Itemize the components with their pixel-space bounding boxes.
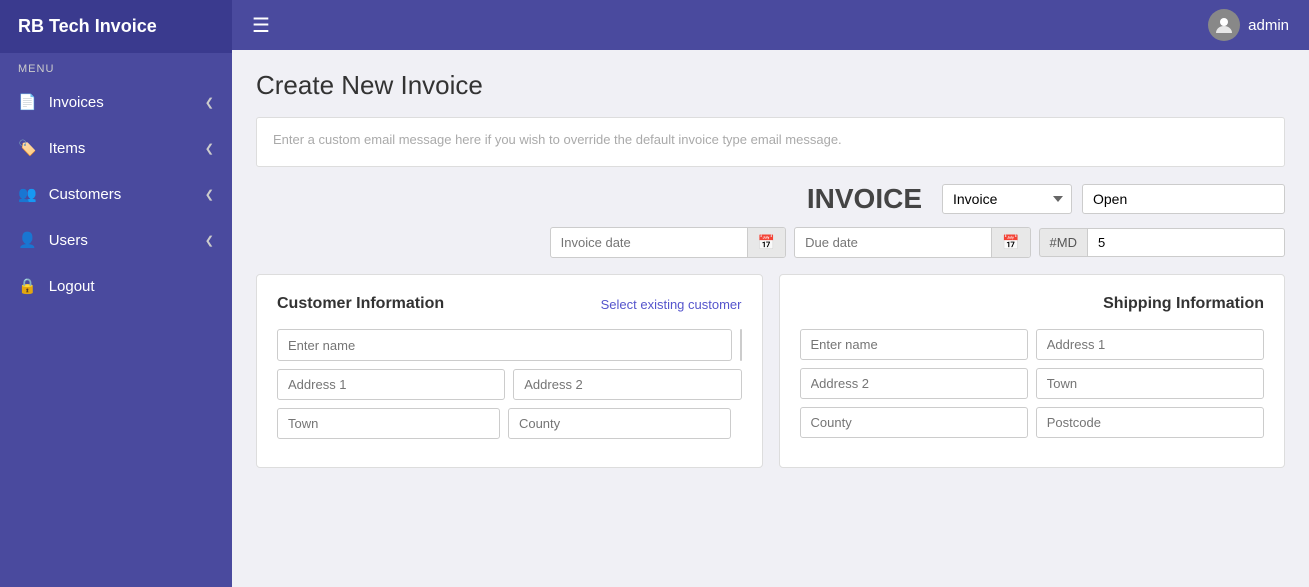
invoice-date-calendar-icon[interactable]: 📅 [747,228,785,257]
admin-label: admin [1248,17,1289,34]
sidebar-item-customers[interactable]: 👥 Customers ❮ [0,171,232,217]
customer-town-input[interactable] [277,408,500,439]
invoice-number-prefix: #MD [1039,228,1087,257]
invoice-type-select[interactable]: Invoice Quote Credit Note [942,184,1072,214]
shipping-county-input[interactable] [800,407,1028,438]
customer-email-group: @ [740,329,742,361]
sidebar: RB Tech Invoice MENU 📄 Invoices ❮ 🏷️ Ite… [0,0,232,587]
sidebar-item-users[interactable]: 👤 Users ❮ [0,217,232,263]
shipping-address2-town-row [800,368,1265,399]
shipping-town-input[interactable] [1036,368,1264,399]
chevron-right-icon-items: ❮ [205,142,214,155]
shipping-address1-input[interactable] [1036,329,1264,360]
chevron-right-icon-customers: ❮ [205,188,214,201]
sidebar-item-invoices[interactable]: 📄 Invoices ❮ [0,79,232,125]
shipping-card-title: Shipping Information [1103,295,1264,313]
customer-info-card: Customer Information Select existing cus… [256,274,763,468]
sidebar-item-label-logout: Logout [49,278,95,295]
customer-address1-row [277,369,742,400]
invoices-icon: 📄 [18,93,37,111]
shipping-info-card: Shipping Information [779,274,1286,468]
user-avatar-icon [1214,15,1234,35]
customer-name-input[interactable] [277,329,732,361]
customer-address2-input[interactable] [513,369,741,400]
due-date-calendar-icon[interactable]: 📅 [991,228,1029,257]
topbar: ☰ admin [232,0,1309,50]
sidebar-item-logout[interactable]: 🔒 Logout [0,263,232,309]
topbar-right: admin [1208,9,1289,41]
invoice-number-group: #MD [1039,228,1285,257]
items-icon: 🏷️ [18,139,37,157]
customer-town-county-row [277,408,742,439]
customers-icon: 👥 [18,185,37,203]
chevron-right-icon: ❮ [205,96,214,109]
app-brand: RB Tech Invoice [0,0,232,53]
hamburger-button[interactable]: ☰ [252,13,270,38]
customer-name-row: @ [277,329,742,361]
date-row: 📅 📅 #MD [256,227,1285,258]
shipping-card-header: Shipping Information [800,295,1265,313]
hamburger-icon: ☰ [252,15,270,37]
customer-address1-input[interactable] [277,369,505,400]
invoice-title: INVOICE [807,183,922,215]
shipping-address2-input[interactable] [800,368,1028,399]
brand-invoice: Invoice [90,16,157,36]
avatar [1208,9,1240,41]
email-message-placeholder: Enter a custom email message here if you… [273,132,842,147]
at-icon: @ [741,330,742,360]
invoice-date-input[interactable] [551,229,747,256]
sidebar-item-label-users: Users [49,232,88,249]
main-area: ☰ admin Create New Invoice Enter a custo… [232,0,1309,587]
menu-label: MENU [0,53,232,79]
invoice-date-group: 📅 [550,227,786,258]
email-message-input[interactable]: Enter a custom email message here if you… [256,117,1285,167]
shipping-county-postcode-row [800,407,1265,438]
page-title: Create New Invoice [256,70,1285,101]
users-icon: 👤 [18,231,37,249]
due-date-input[interactable] [795,229,991,256]
logout-icon: 🔒 [18,277,37,295]
shipping-postcode-input[interactable] [1036,407,1264,438]
invoice-status-input[interactable] [1082,184,1285,214]
customer-card-header: Customer Information Select existing cus… [277,295,742,313]
invoice-number-input[interactable] [1087,228,1285,257]
sidebar-item-label-invoices: Invoices [49,94,104,111]
chevron-right-icon-users: ❮ [205,234,214,247]
customer-card-title: Customer Information [277,295,444,313]
shipping-name-input[interactable] [800,329,1028,360]
content-area: Create New Invoice Enter a custom email … [232,50,1309,587]
invoice-header-row: INVOICE Invoice Quote Credit Note [256,183,1285,215]
due-date-group: 📅 [794,227,1030,258]
select-existing-customer-link[interactable]: Select existing customer [601,297,742,312]
customer-county-input[interactable] [508,408,731,439]
sidebar-item-label-customers: Customers [49,186,122,203]
cards-row: Customer Information Select existing cus… [256,274,1285,468]
sidebar-item-label-items: Items [49,140,86,157]
sidebar-item-items[interactable]: 🏷️ Items ❮ [0,125,232,171]
brand-rb: RB Tech [18,16,90,36]
shipping-name-address1-row [800,329,1265,360]
